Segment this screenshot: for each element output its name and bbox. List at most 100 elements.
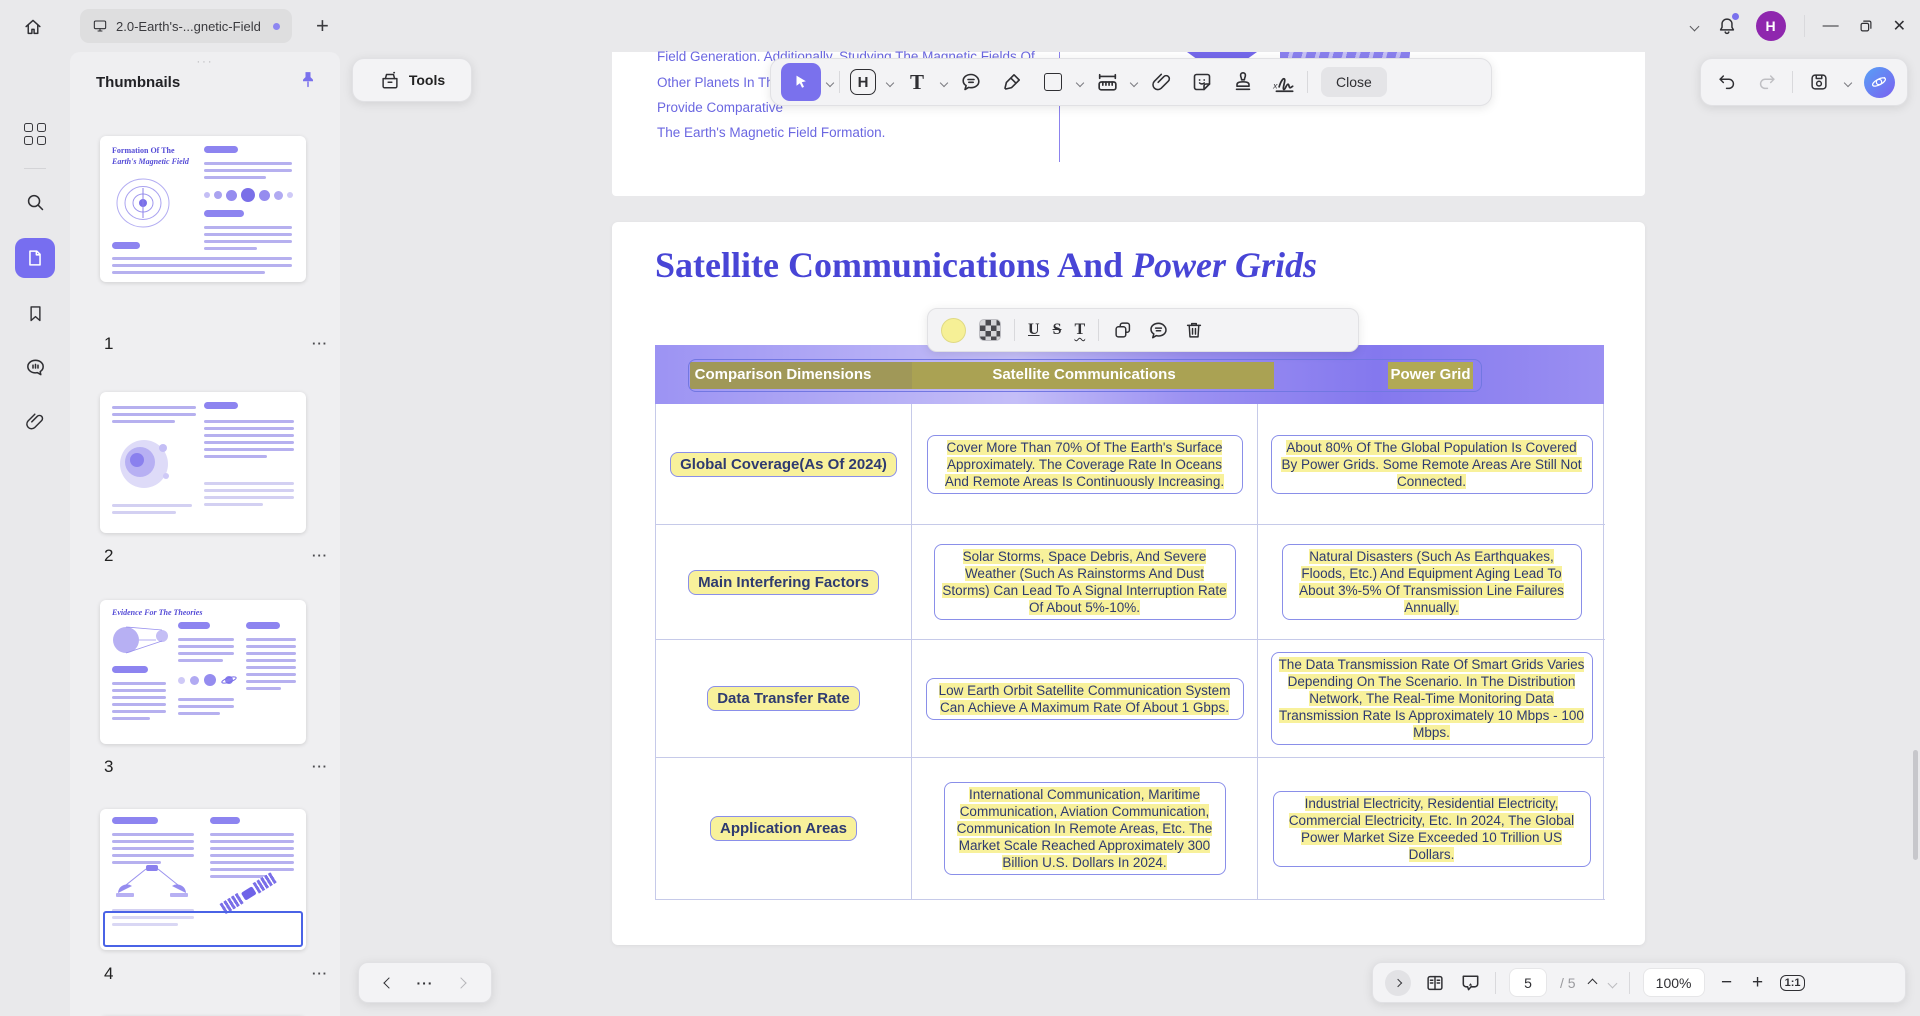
pin-panel-button[interactable]	[298, 70, 318, 90]
bookmarks-button[interactable]	[15, 293, 55, 333]
next-page-button[interactable]	[1609, 974, 1616, 992]
opacity-button[interactable]	[979, 319, 1001, 341]
thumbnail-page-4[interactable]	[100, 809, 306, 950]
tools-button[interactable]: Tools	[352, 58, 472, 102]
shape-tool-dropdown[interactable]	[1077, 73, 1083, 91]
copy-icon	[1112, 319, 1134, 341]
attach-file-button[interactable]	[1143, 62, 1179, 102]
comparison-table: Comparison Dimensions Satellite Communic…	[655, 345, 1604, 900]
highlighted-note[interactable]: The Data Transmission Rate Of Smart Grid…	[1271, 652, 1593, 745]
page-number-1: 1	[104, 334, 113, 354]
thumbnail-2-menu[interactable]: ···	[288, 548, 328, 563]
measure-tool-dropdown[interactable]	[1131, 73, 1137, 91]
shape-tool-button[interactable]	[1035, 62, 1071, 102]
redo-icon	[1756, 71, 1778, 93]
home-button[interactable]	[16, 10, 50, 44]
thumbnail-3-menu[interactable]: ···	[288, 759, 328, 774]
minimize-button[interactable]: —	[1823, 17, 1839, 35]
save-button[interactable]	[1805, 62, 1833, 102]
underline-button[interactable]: U	[1028, 321, 1040, 339]
highlight-color-swatch[interactable]	[941, 318, 966, 343]
text-tool-button[interactable]: T	[899, 62, 935, 102]
highlighted-note[interactable]: Solar Storms, Space Debris, And Severe W…	[934, 544, 1236, 620]
strikethrough-button[interactable]: S	[1053, 321, 1062, 339]
highlighted-note[interactable]: Natural Disasters (Such As Earthquakes, …	[1282, 544, 1582, 620]
nav-more-button[interactable]: ···	[416, 975, 433, 991]
thumbnails-panel-button[interactable]	[15, 238, 55, 278]
highlighted-note[interactable]: International Communication, Maritime Co…	[944, 782, 1226, 875]
zoom-out-button[interactable]: −	[1718, 972, 1736, 994]
highlighted-note[interactable]: Industrial Electricity, Residential Elec…	[1273, 791, 1591, 867]
table-body: Global Coverage(As Of 2024) Cover More T…	[655, 404, 1604, 900]
search-button[interactable]	[15, 182, 55, 222]
home-icon	[22, 16, 44, 38]
save-dropdown[interactable]	[1845, 73, 1851, 91]
highlighted-row-label[interactable]: Application Areas	[710, 816, 857, 841]
notifications-button[interactable]	[1716, 15, 1738, 37]
thumbnail-page-3[interactable]: Evidence For The Theories	[100, 600, 306, 744]
apps-grid-button[interactable]	[15, 114, 55, 154]
comment-tool-button[interactable]	[953, 62, 989, 102]
thumbnail-1-menu[interactable]: ···	[288, 336, 328, 351]
thumbnail-4-menu[interactable]: ···	[288, 966, 328, 981]
tools-label: Tools	[409, 72, 445, 88]
close-window-button[interactable]: ✕	[1893, 16, 1906, 36]
actual-size-button[interactable]: 1:1	[1780, 975, 1806, 991]
collapse-statusbar-button[interactable]	[1385, 970, 1411, 996]
presentation-icon	[1459, 971, 1482, 994]
add-comment-button[interactable]	[1147, 319, 1170, 342]
zoom-in-button[interactable]: +	[1749, 972, 1767, 994]
stamp-tool-button[interactable]	[1225, 62, 1261, 102]
user-avatar[interactable]: H	[1756, 11, 1786, 41]
presentation-mode-button[interactable]	[1459, 971, 1482, 994]
thumbnail-page-1[interactable]: Formation Of The Earth's Magnetic Field	[100, 136, 306, 282]
thumb2-badge	[204, 402, 238, 409]
highlighted-note[interactable]: Low Earth Orbit Satellite Communication …	[926, 678, 1244, 720]
undo-button[interactable]	[1713, 62, 1741, 102]
sticker-tool-button[interactable]	[1184, 62, 1220, 102]
two-page-view-button[interactable]	[1424, 972, 1446, 994]
new-tab-button[interactable]: +	[316, 12, 329, 40]
thumbnail-page-2[interactable]	[100, 392, 306, 533]
prev-page-button[interactable]	[1589, 974, 1596, 992]
window-titlebar: 2.0-Earth's-...gnetic-Field + H — ✕	[0, 0, 1920, 52]
pen-tool-button[interactable]	[994, 62, 1030, 102]
page4-text-line: Other Planets In The	[657, 75, 781, 90]
nav-prev-button[interactable]	[385, 974, 393, 992]
viewport-indicator[interactable]	[103, 911, 303, 947]
text-tool-dropdown[interactable]	[941, 73, 947, 91]
earth-core-diagram	[116, 436, 172, 492]
select-tool-button-active[interactable]	[781, 63, 821, 101]
maximize-button[interactable]	[1857, 17, 1875, 35]
zoom-level-input[interactable]: 100%	[1643, 968, 1705, 997]
panel-drag-handle[interactable]: ···	[70, 56, 340, 68]
highlighted-row-label[interactable]: Main Interfering Factors	[688, 570, 879, 595]
highlight-tool-dropdown[interactable]	[887, 73, 893, 91]
page-number-input[interactable]: 5	[1509, 968, 1547, 997]
notification-dot-icon	[1732, 13, 1739, 20]
select-tool-dropdown[interactable]	[827, 73, 833, 91]
delete-button[interactable]	[1183, 319, 1205, 341]
highlighted-note[interactable]: About 80% Of The Global Population Is Co…	[1271, 435, 1593, 494]
redo-button[interactable]	[1753, 62, 1781, 102]
document-tab[interactable]: 2.0-Earth's-...gnetic-Field	[80, 9, 292, 43]
highlight-tool-button[interactable]: H	[845, 62, 881, 102]
thumbnails-panel: ··· Thumbnails Formation Of The Earth's …	[70, 52, 340, 1016]
signature-tool-button[interactable]: x	[1266, 62, 1302, 102]
copy-button[interactable]	[1112, 319, 1134, 341]
titlebar-chevron-down-icon[interactable]	[1691, 17, 1698, 35]
ai-assistant-button[interactable]	[1864, 67, 1895, 98]
comments-button[interactable]	[15, 347, 55, 387]
vertical-scrollbar-thumb[interactable]	[1913, 750, 1918, 860]
highlighted-row-label[interactable]: Global Coverage(As Of 2024)	[670, 452, 897, 477]
measure-tool-button[interactable]	[1089, 62, 1125, 102]
paperclip-icon	[24, 411, 46, 433]
thumbnails-panel-title: Thumbnails	[96, 74, 180, 91]
thumb3-title: Evidence For The Theories	[112, 608, 202, 617]
close-toolbar-button[interactable]: Close	[1321, 67, 1387, 97]
nav-next-button[interactable]	[457, 974, 465, 992]
squiggly-underline-button[interactable]: T	[1074, 321, 1085, 339]
highlighted-note[interactable]: Cover More Than 70% Of The Earth's Surfa…	[927, 435, 1243, 494]
highlighted-row-label[interactable]: Data Transfer Rate	[707, 686, 860, 711]
attachments-button[interactable]	[15, 402, 55, 442]
